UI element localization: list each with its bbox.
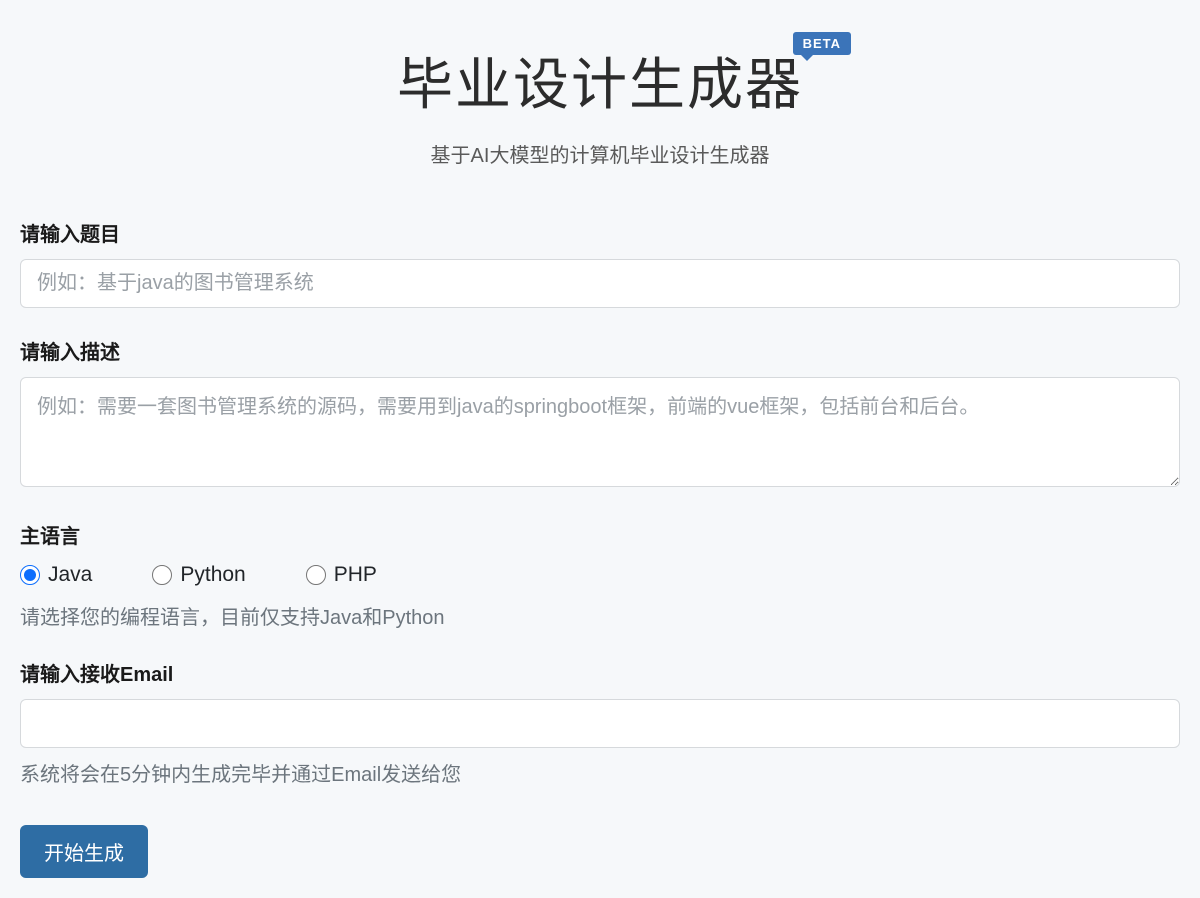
radio-java[interactable] — [20, 565, 40, 585]
topic-group: 请输入题目 — [20, 218, 1180, 308]
title-wrapper: 毕业设计生成器 BETA — [397, 40, 803, 121]
submit-button[interactable]: 开始生成 — [20, 825, 148, 878]
beta-badge: BETA — [793, 32, 851, 55]
topic-input[interactable] — [20, 259, 1180, 308]
radio-item-php: PHP — [306, 563, 377, 587]
header: 毕业设计生成器 BETA 基于AI大模型的计算机毕业设计生成器 — [20, 40, 1180, 168]
page-subtitle: 基于AI大模型的计算机毕业设计生成器 — [20, 139, 1180, 168]
description-group: 请输入描述 — [20, 336, 1180, 492]
description-textarea[interactable] — [20, 377, 1180, 487]
language-help-text: 请选择您的编程语言，目前仅支持Java和Python — [20, 601, 1180, 630]
radio-label-php[interactable]: PHP — [334, 563, 377, 587]
email-label: 请输入接收Email — [20, 658, 1180, 687]
page-title: 毕业设计生成器 — [397, 40, 803, 121]
email-help-text: 系统将会在5分钟内生成完毕并通过Email发送给您 — [20, 758, 1180, 787]
language-label: 主语言 — [20, 520, 1180, 549]
language-radio-group: Java Python PHP — [20, 563, 1180, 587]
radio-item-python: Python — [152, 563, 245, 587]
radio-item-java: Java — [20, 563, 92, 587]
language-group: 主语言 Java Python PHP 请选择您的编程语言，目前仅支持Java和… — [20, 520, 1180, 630]
topic-label: 请输入题目 — [20, 218, 1180, 247]
description-label: 请输入描述 — [20, 336, 1180, 365]
radio-python[interactable] — [152, 565, 172, 585]
email-input[interactable] — [20, 699, 1180, 748]
page-container: 毕业设计生成器 BETA 基于AI大模型的计算机毕业设计生成器 请输入题目 请输… — [20, 40, 1180, 878]
radio-label-python[interactable]: Python — [180, 563, 245, 587]
email-group: 请输入接收Email 系统将会在5分钟内生成完毕并通过Email发送给您 — [20, 658, 1180, 787]
radio-php[interactable] — [306, 565, 326, 585]
radio-label-java[interactable]: Java — [48, 563, 92, 587]
